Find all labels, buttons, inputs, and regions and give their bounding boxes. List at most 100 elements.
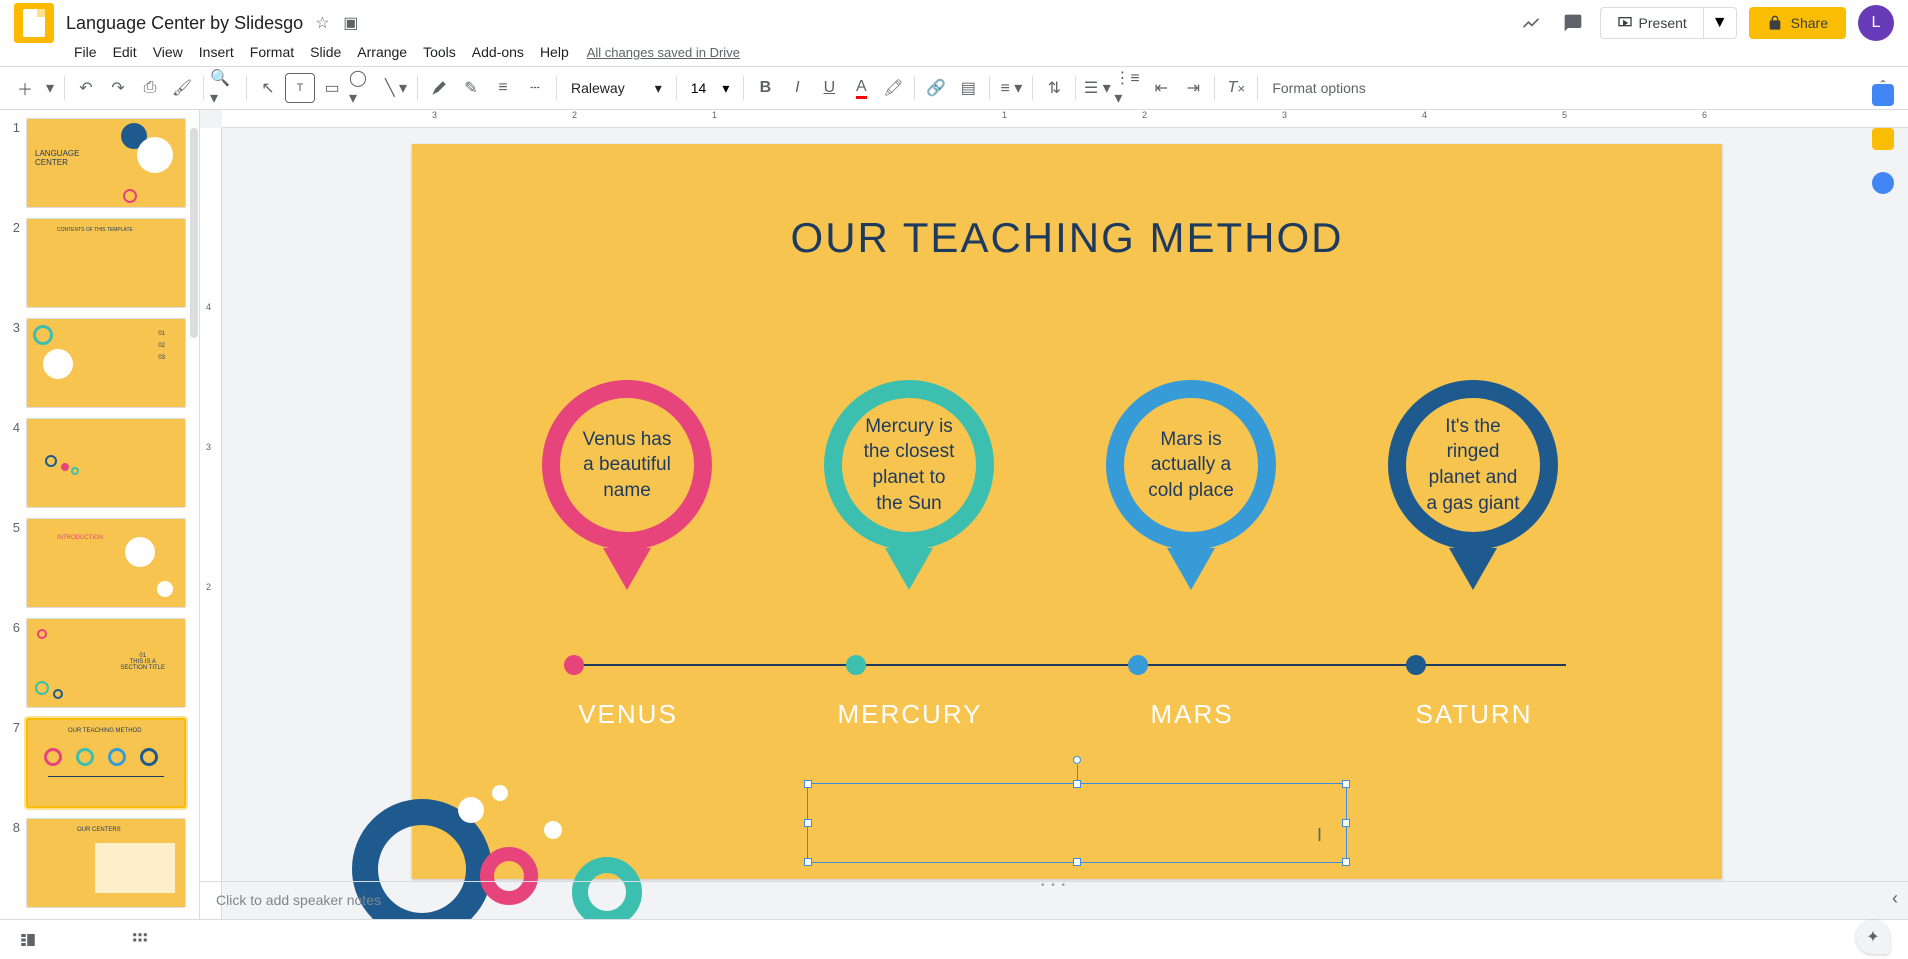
numbered-list-button[interactable]: ☰ ▾ [1082, 73, 1112, 103]
pin-mars[interactable]: Mars is actually a cold place [1106, 380, 1276, 590]
menu-slide[interactable]: Slide [302, 40, 349, 64]
border-dash-button[interactable]: ┄ [520, 73, 550, 103]
resize-handle[interactable] [804, 780, 812, 788]
filmstrip-view-button[interactable] [12, 924, 44, 956]
bulleted-list-button[interactable]: ⋮≡ ▾ [1114, 73, 1144, 103]
menu-insert[interactable]: Insert [191, 40, 242, 64]
image-tool[interactable]: ▭ [317, 73, 347, 103]
speaker-notes[interactable]: Click to add speaker notes [200, 881, 1908, 919]
menu-help[interactable]: Help [532, 40, 577, 64]
label-saturn[interactable]: SATURN [1374, 699, 1574, 730]
resize-handle[interactable] [1342, 858, 1350, 866]
document-title[interactable]: Language Center by Slidesgo [66, 13, 303, 34]
slide-title[interactable]: OUR TEACHING METHOD [412, 214, 1722, 262]
selected-textbox[interactable]: I [807, 783, 1347, 863]
menu-file[interactable]: File [66, 40, 105, 64]
account-avatar[interactable]: L [1858, 5, 1894, 41]
comment-button[interactable]: ▤ [953, 73, 983, 103]
menu-addons[interactable]: Add-ons [464, 40, 532, 64]
resize-handle[interactable] [1342, 819, 1350, 827]
calendar-icon[interactable] [1872, 84, 1894, 106]
pin-mercury[interactable]: Mercury is the closest planet to the Sun [824, 380, 994, 590]
indent-right-button[interactable]: ⇥ [1178, 73, 1208, 103]
filmstrip[interactable]: 1 LANGUAGECENTER 2 CONTENTS OF THIS TEMP… [0, 110, 200, 919]
border-color-button[interactable]: ✎ [456, 73, 486, 103]
clear-formatting-button[interactable]: T× [1221, 73, 1251, 103]
print-button[interactable]: ⎙ [135, 73, 165, 103]
resize-handle[interactable] [1073, 858, 1081, 866]
new-slide-button[interactable]: ＋ [10, 73, 40, 103]
rotate-handle[interactable] [1073, 756, 1081, 764]
slide-thumb-4[interactable] [26, 418, 186, 508]
link-button[interactable]: 🔗 [921, 73, 951, 103]
resize-handle[interactable] [804, 819, 812, 827]
present-button[interactable]: Present [1600, 7, 1704, 39]
undo-button[interactable]: ↶ [71, 73, 101, 103]
slide-canvas[interactable]: OUR TEACHING METHOD Venus has a beautifu… [412, 144, 1722, 879]
redo-button[interactable]: ↷ [103, 73, 133, 103]
grid-view-button[interactable] [124, 924, 156, 956]
fill-color-button[interactable] [424, 73, 454, 103]
comments-icon[interactable] [1558, 8, 1588, 38]
activity-icon[interactable] [1516, 8, 1546, 38]
zoom-button[interactable]: 🔍 ▾ [210, 73, 240, 103]
thumb-num: 1 [8, 118, 26, 208]
line-spacing-button[interactable]: ⇅ [1039, 73, 1069, 103]
save-status[interactable]: All changes saved in Drive [587, 45, 740, 60]
menu-arrange[interactable]: Arrange [349, 40, 415, 64]
dot-mercury [846, 655, 866, 675]
share-button[interactable]: Share [1749, 7, 1846, 39]
indent-left-button[interactable]: ⇤ [1146, 73, 1176, 103]
slide-thumb-2[interactable]: CONTENTS OF THIS TEMPLATE [26, 218, 186, 308]
resize-handle[interactable] [1073, 780, 1081, 788]
explore-button[interactable]: ✦ [1856, 920, 1890, 954]
font-size-select[interactable]: 14▾ [683, 76, 738, 101]
menu-view[interactable]: View [145, 40, 191, 64]
tasks-icon[interactable] [1872, 172, 1894, 194]
font-select[interactable]: Raleway▾ [563, 76, 670, 101]
slide-thumb-3[interactable]: 010203 [26, 318, 186, 408]
align-button[interactable]: ≡ ▾ [996, 73, 1026, 103]
text-color-button[interactable]: A [846, 73, 876, 103]
paint-format-button[interactable]: 🖌 [167, 73, 197, 103]
keep-icon[interactable] [1872, 128, 1894, 150]
expand-sidepanel-icon[interactable]: ‹ [1892, 888, 1898, 909]
pin-text: Mars is actually a cold place [1106, 380, 1276, 550]
side-panel [1858, 62, 1908, 322]
select-tool[interactable]: ↖ [253, 73, 283, 103]
canvas-area[interactable]: 321 123 456 43 2 OUR TEACHING METHOD Ven… [200, 110, 1908, 919]
move-folder-icon[interactable]: ▣ [343, 13, 363, 33]
border-weight-button[interactable]: ≡ [488, 73, 518, 103]
label-mars[interactable]: MARS [1092, 699, 1292, 730]
label-mercury[interactable]: MERCURY [810, 699, 1010, 730]
new-slide-dropdown[interactable]: ▾ [42, 73, 58, 103]
pin-venus[interactable]: Venus has a beautiful name [542, 380, 712, 590]
star-icon[interactable]: ☆ [315, 13, 335, 33]
italic-button[interactable]: I [782, 73, 812, 103]
slide-thumb-1[interactable]: LANGUAGECENTER [26, 118, 186, 208]
slide-thumb-7[interactable]: OUR TEACHING METHOD [26, 718, 186, 808]
resize-handle[interactable] [804, 858, 812, 866]
textbox-tool[interactable]: T [285, 73, 315, 103]
filmstrip-scrollbar[interactable] [189, 110, 199, 919]
line-tool[interactable]: ╲ ▾ [381, 73, 411, 103]
dot-mars [1128, 655, 1148, 675]
format-options-button[interactable]: Format options [1264, 76, 1373, 100]
bold-button[interactable]: B [750, 73, 780, 103]
timeline-line[interactable] [568, 664, 1566, 666]
menu-tools[interactable]: Tools [415, 40, 464, 64]
menu-format[interactable]: Format [242, 40, 302, 64]
highlight-button[interactable]: 🖍 [878, 73, 908, 103]
underline-button[interactable]: U [814, 73, 844, 103]
pin-saturn[interactable]: It's the ringed planet and a gas giant [1388, 380, 1558, 590]
menu-edit[interactable]: Edit [105, 40, 145, 64]
present-dropdown[interactable]: ▼ [1704, 7, 1737, 39]
slide-thumb-8[interactable]: OUR CENTERS [26, 818, 186, 908]
shape-tool[interactable]: ◯ ▾ [349, 73, 379, 103]
pin-text: Venus has a beautiful name [542, 380, 712, 550]
slide-thumb-5[interactable]: INTRODUCTION [26, 518, 186, 608]
slide-thumb-6[interactable]: 01THIS IS ASECTION TITLE [26, 618, 186, 708]
vertical-ruler: 43 2 [200, 128, 222, 919]
horizontal-ruler: 321 123 456 [222, 110, 1908, 128]
resize-handle[interactable] [1342, 780, 1350, 788]
